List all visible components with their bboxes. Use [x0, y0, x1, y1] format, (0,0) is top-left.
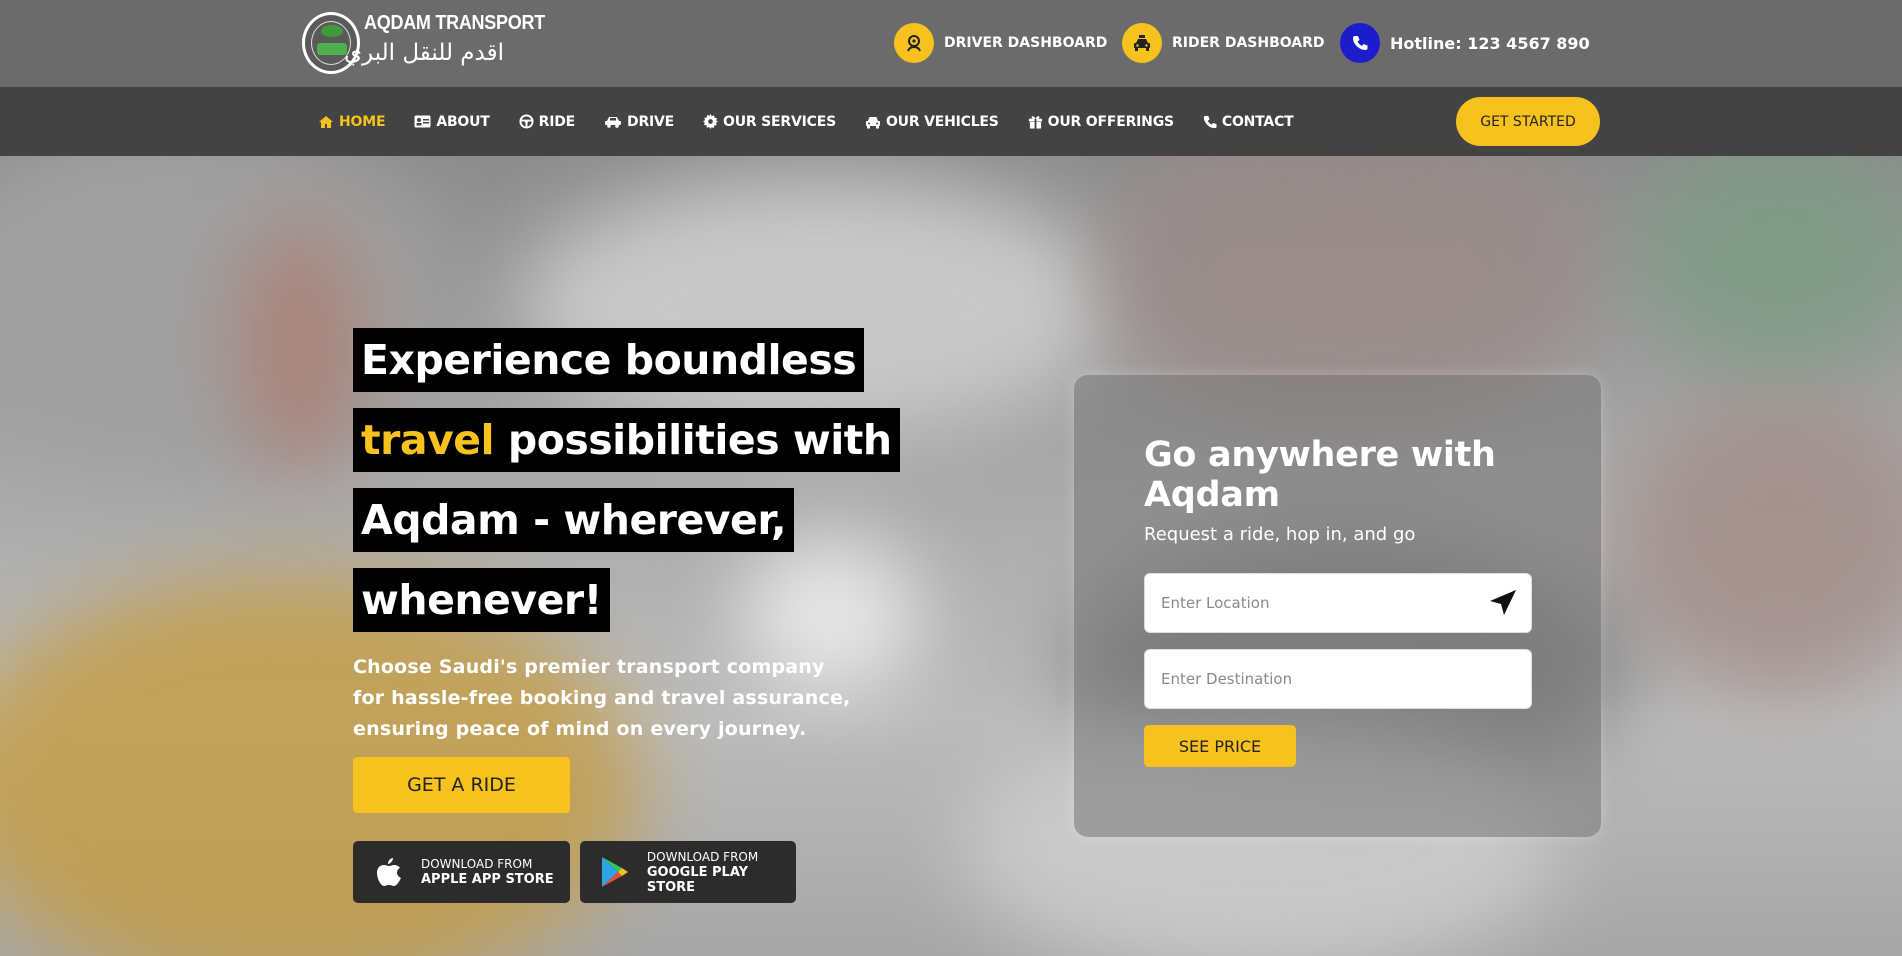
google-store-small-label: DOWNLOAD FROM	[646, 849, 759, 864]
driver-dashboard-link[interactable]: DRIVER DASHBOARD	[894, 22, 1107, 64]
see-price-button[interactable]: SEE PRICE	[1144, 725, 1296, 767]
google-play-store-button[interactable]: DOWNLOAD FROM GOOGLE PLAY STORE	[580, 841, 796, 903]
rider-dashboard-link[interactable]: RIDER DASHBOARD	[1122, 22, 1325, 64]
nav-item-our-offerings[interactable]: OUR OFFERINGS	[1028, 114, 1174, 130]
locate-arrow-icon[interactable]	[1488, 588, 1518, 618]
booking-subtitle: Request a ride, hop in, and go	[1144, 524, 1416, 545]
driver-dashboard-label: DRIVER DASHBOARD	[944, 35, 1108, 51]
top-header: AQDAM TRANSPORT اقدم للنقل البري DRIVER …	[0, 0, 1902, 87]
nav-item-our-vehicles[interactable]: OUR VEHICLES	[865, 114, 999, 130]
nav-item-about[interactable]: ABOUT	[414, 113, 490, 130]
brand-name-en: AQDAM TRANSPORT	[364, 12, 545, 34]
nav-item-label: OUR SERVICES	[723, 113, 836, 130]
get-started-button[interactable]: GET STARTED	[1456, 97, 1600, 146]
phone-icon	[1203, 115, 1217, 128]
nav-item-label: ABOUT	[436, 113, 490, 130]
booking-card: Go anywhere with Aqdam Request a ride, h…	[1074, 375, 1601, 837]
driver-icon	[894, 23, 934, 63]
google-store-label: GOOGLE PLAY STORE	[646, 864, 749, 895]
location-input[interactable]	[1144, 573, 1532, 633]
nav-item-label: OUR OFFERINGS	[1047, 113, 1174, 130]
headline-line-3: Aqdam - wherever,	[353, 488, 795, 552]
destination-input[interactable]	[1144, 649, 1532, 709]
nav-item-label: RIDE	[538, 113, 576, 130]
nav-item-contact[interactable]: CONTACT	[1203, 114, 1294, 130]
hero-subtext: Choose Saudi's premier transport company…	[353, 656, 851, 740]
google-play-icon	[598, 854, 633, 890]
car-icon	[865, 116, 880, 128]
headline-line-4: whenever!	[353, 568, 610, 632]
hotline-label: Hotline: 123 4567 890	[1390, 33, 1590, 53]
gift-icon	[1028, 116, 1042, 129]
headline-line-2-rest: possibilities with	[494, 416, 892, 464]
nav-item-our-services[interactable]: OUR SERVICES	[703, 114, 836, 130]
apple-icon	[371, 854, 407, 890]
main-nav: HOME ABOUT RIDE DRIVE OUR SERVICES OUR V…	[0, 87, 1902, 156]
hero-headline: Experience boundless travel possibilitie…	[353, 328, 913, 648]
id-card-icon	[414, 115, 431, 128]
headline-line-2: travel possibilities with	[353, 408, 900, 472]
nav-item-label: DRIVE	[627, 113, 675, 130]
nav-item-home[interactable]: HOME	[318, 113, 386, 130]
rider-dashboard-label: RIDER DASHBOARD	[1172, 35, 1325, 51]
nav-item-label: CONTACT	[1221, 113, 1294, 130]
taxi-icon	[1122, 23, 1162, 63]
apple-app-store-button[interactable]: DOWNLOAD FROM APPLE APP STORE	[353, 841, 570, 903]
headline-highlight: travel	[361, 416, 495, 464]
gear-icon	[703, 114, 719, 129]
apple-store-label: APPLE APP STORE	[421, 872, 554, 887]
nav-item-ride[interactable]: RIDE	[519, 114, 575, 130]
truck-icon	[605, 117, 622, 128]
phone-icon	[1340, 23, 1380, 63]
home-icon	[319, 115, 333, 128]
hero-section: Experience boundless travel possibilitie…	[0, 156, 1902, 956]
nav-item-drive[interactable]: DRIVE	[604, 114, 674, 130]
nav-items: HOME ABOUT RIDE DRIVE OUR SERVICES OUR V…	[318, 87, 1323, 156]
nav-item-label: OUR VEHICLES	[885, 113, 999, 130]
brand-logo[interactable]: AQDAM TRANSPORT اقدم للنقل البري	[302, 10, 545, 78]
brand-name-ar: اقدم للنقل البري	[344, 40, 504, 66]
nav-item-label: HOME	[339, 113, 386, 130]
hotline-link[interactable]: Hotline: 123 4567 890	[1340, 22, 1590, 64]
booking-title: Go anywhere with Aqdam	[1144, 435, 1496, 515]
headline-line-1: Experience boundless	[353, 328, 865, 392]
apple-store-small-label: DOWNLOAD FROM	[421, 857, 533, 871]
steering-wheel-icon	[519, 114, 534, 129]
get-a-ride-button[interactable]: GET A RIDE	[353, 757, 570, 813]
